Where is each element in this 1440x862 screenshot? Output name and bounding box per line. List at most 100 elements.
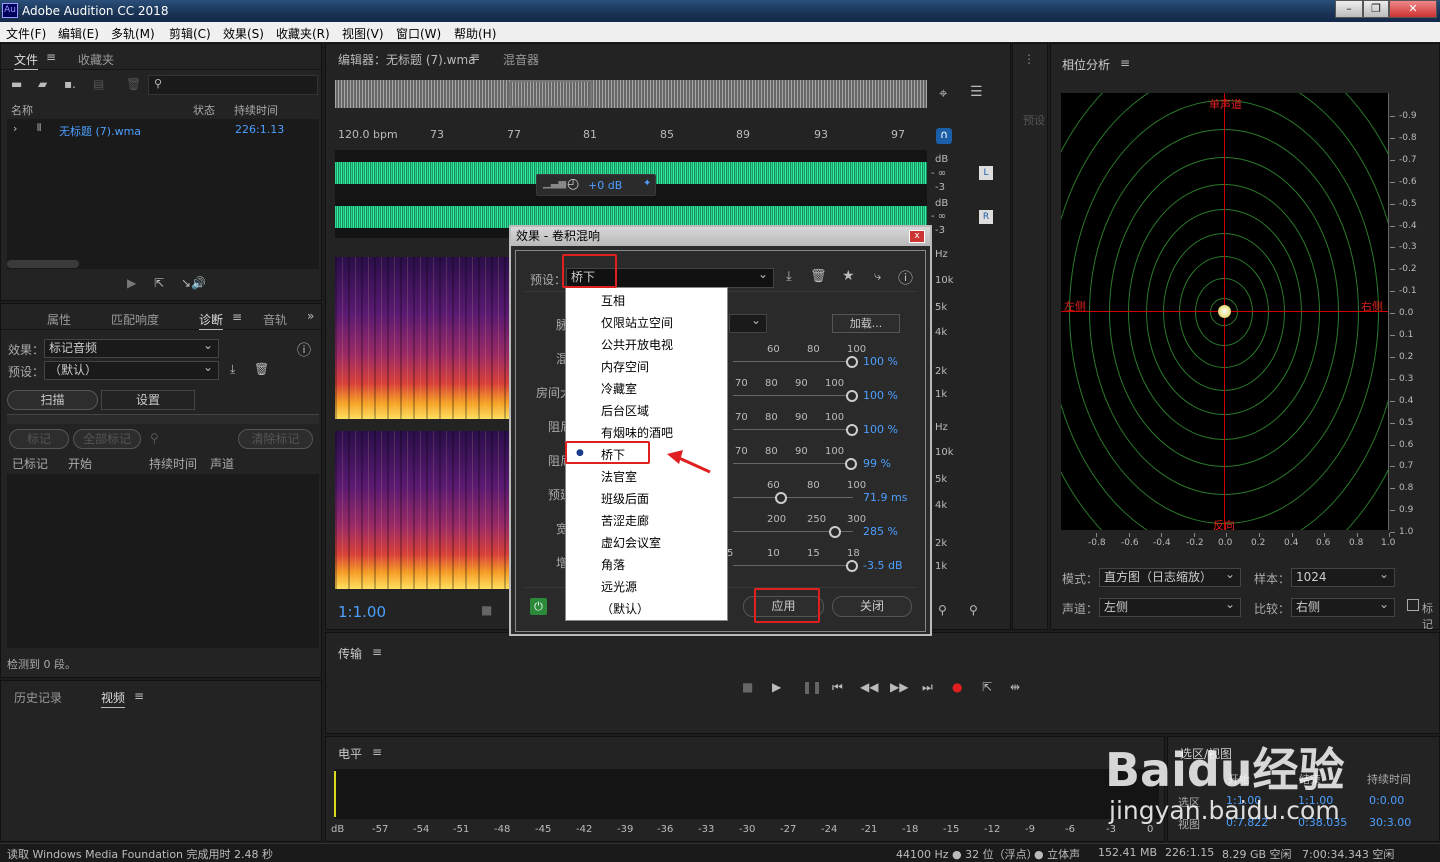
tab-properties[interactable]: 属性 bbox=[47, 311, 71, 328]
phase-title[interactable]: 相位分析 bbox=[1062, 56, 1110, 73]
delete-preset-icon[interactable]: 🗑 bbox=[254, 362, 269, 376]
tab-tracks[interactable]: 音轨 bbox=[263, 311, 287, 328]
search-input[interactable]: ⚲ bbox=[148, 75, 318, 95]
hud-volume[interactable]: ▁▃▅ ◴ +0 dB ✦ bbox=[536, 174, 656, 196]
dialog-close-icon[interactable]: x bbox=[909, 230, 925, 243]
new-file-icon[interactable]: ▪. bbox=[64, 77, 76, 91]
mark-checkbox[interactable] bbox=[1407, 599, 1419, 611]
preset-option[interactable]: 有烟味的酒吧 bbox=[601, 424, 673, 441]
play-icon[interactable]: ▶ bbox=[772, 680, 781, 694]
delete-preset-icon[interactable]: 🗑 bbox=[810, 269, 827, 284]
param-value[interactable]: 100 % bbox=[863, 423, 898, 436]
tab-match-loudness[interactable]: 匹配响度 bbox=[111, 311, 159, 328]
preset-option[interactable]: 互相 bbox=[601, 292, 625, 309]
menu-favorites[interactable]: 收藏夹(R) bbox=[276, 25, 330, 42]
load-button[interactable]: 加载... bbox=[832, 314, 900, 333]
settings-button[interactable]: 设置 bbox=[101, 390, 195, 410]
preset-option[interactable]: （默认） bbox=[601, 600, 649, 617]
preset-select[interactable]: （默认） bbox=[44, 359, 219, 380]
zoom-icon[interactable]: ⚲ bbox=[150, 431, 159, 445]
col-duration[interactable]: 持续时间 bbox=[149, 455, 197, 472]
param-slider-knob[interactable] bbox=[775, 492, 787, 504]
route-icon[interactable]: ⤷ bbox=[874, 269, 881, 284]
tab-diagnostics[interactable]: 诊断 bbox=[199, 311, 224, 330]
stop-icon[interactable]: ■ bbox=[742, 680, 753, 694]
param-slider-track[interactable] bbox=[733, 361, 853, 362]
channel-l-toggle[interactable]: L bbox=[979, 166, 993, 180]
spectrogram-right[interactable] bbox=[335, 431, 515, 589]
menu-view[interactable]: 视图(V) bbox=[342, 25, 384, 42]
pause-icon[interactable]: ❚❚ bbox=[802, 680, 822, 694]
col-duration[interactable]: 持续时间 bbox=[234, 102, 278, 118]
pin-icon[interactable]: ✦ bbox=[643, 178, 651, 189]
tab-video[interactable]: 视频 bbox=[101, 689, 126, 708]
sel-start[interactable]: 1:1.00 bbox=[1226, 794, 1261, 807]
expand-chevron-icon[interactable]: › bbox=[13, 122, 17, 135]
preset-option[interactable]: 班级后面 bbox=[601, 490, 649, 507]
mark-button[interactable]: 标记 bbox=[9, 429, 69, 449]
loop-preview-icon[interactable]: ⇱ bbox=[154, 276, 164, 290]
param-slider-knob[interactable] bbox=[846, 560, 858, 572]
list-view-icon[interactable]: ☰ bbox=[970, 84, 983, 100]
mode-select[interactable]: 直方图（日志缩放） bbox=[1099, 566, 1241, 587]
param-slider-knob[interactable] bbox=[846, 424, 858, 436]
menu-help[interactable]: 帮助(H) bbox=[454, 25, 496, 42]
minimize-button[interactable]: – bbox=[1335, 0, 1363, 18]
menu-edit[interactable]: 编辑(E) bbox=[58, 25, 99, 42]
menu-multitrack[interactable]: 多轨(M) bbox=[111, 25, 155, 42]
record-icon[interactable]: ● bbox=[952, 680, 962, 694]
col-marked[interactable]: 已标记 bbox=[12, 455, 48, 472]
col-name[interactable]: 名称 bbox=[11, 102, 33, 118]
effect-select[interactable]: 标记音频 bbox=[44, 337, 219, 358]
tab-files[interactable]: 文件 bbox=[14, 51, 39, 70]
fast-forward-icon[interactable]: ▶▶ bbox=[890, 680, 908, 694]
col-channel[interactable]: 声道 bbox=[210, 455, 234, 472]
zoom-target-icon[interactable]: ⌖ bbox=[939, 84, 947, 102]
tab-favorites[interactable]: 收藏夹 bbox=[78, 51, 114, 68]
file-name[interactable]: 无标题 (7).wma bbox=[59, 123, 141, 139]
impulse-select[interactable] bbox=[729, 312, 767, 333]
preset-option[interactable]: 远光源 bbox=[601, 578, 637, 595]
save-preset-icon[interactable]: ⤓ bbox=[230, 362, 235, 377]
close-window-button[interactable]: ✕ bbox=[1389, 0, 1437, 18]
preset-option[interactable]: 虚幻会议室 bbox=[601, 534, 661, 551]
open-folder-icon[interactable]: ▬ bbox=[11, 77, 22, 91]
param-value[interactable]: 285 % bbox=[863, 525, 898, 538]
overview-viewport[interactable] bbox=[509, 80, 592, 108]
dialog-info-icon[interactable]: ⓘ bbox=[898, 267, 913, 288]
col-status[interactable]: 状态 bbox=[193, 102, 215, 118]
stop-small-icon[interactable]: ■ bbox=[481, 603, 492, 617]
channel-r-toggle[interactable]: R bbox=[979, 210, 993, 224]
splitter[interactable] bbox=[7, 414, 319, 424]
preset-option[interactable]: 内存空间 bbox=[601, 358, 649, 375]
rewind-icon[interactable]: ◀◀ bbox=[860, 680, 878, 694]
param-value[interactable]: 100 % bbox=[863, 389, 898, 402]
tab-mixer[interactable]: 混音器 bbox=[503, 51, 539, 68]
param-value[interactable]: 99 % bbox=[863, 457, 891, 470]
view-duration[interactable]: 30:3.00 bbox=[1369, 816, 1411, 829]
param-value[interactable]: -3.5 dB bbox=[863, 559, 903, 572]
param-slider-knob[interactable] bbox=[829, 526, 841, 538]
import-icon[interactable]: ▰ bbox=[38, 77, 47, 91]
scan-button[interactable]: 扫描 bbox=[7, 390, 98, 410]
preset-option[interactable]: 冷藏室 bbox=[601, 380, 637, 397]
preset-option[interactable]: 苦涩走廊 bbox=[601, 512, 649, 529]
overview-waveform[interactable] bbox=[335, 80, 927, 108]
tab-editor[interactable]: 编辑器：无标题 (7).wma bbox=[338, 51, 476, 68]
clear-marks-button[interactable]: 清除标记 bbox=[238, 429, 313, 449]
play-preview-icon[interactable]: ▶ bbox=[127, 276, 136, 290]
tab-history[interactable]: 历史记录 bbox=[14, 689, 62, 706]
sel-end[interactable]: 1:1.00 bbox=[1298, 794, 1333, 807]
mark-all-button[interactable]: 全部标记 bbox=[73, 429, 141, 449]
param-slider-track[interactable] bbox=[733, 463, 853, 464]
skip-icon[interactable]: ⇹ bbox=[1010, 680, 1020, 694]
preset-option[interactable]: 公共开放电视 bbox=[601, 336, 673, 353]
preset-option[interactable]: 后台区域 bbox=[601, 402, 649, 419]
volume-value[interactable]: +0 dB bbox=[588, 179, 622, 192]
auto-play-icon[interactable]: ↘🔊 bbox=[181, 276, 206, 290]
param-slider-knob[interactable] bbox=[846, 390, 858, 402]
sample-select[interactable]: 1024 bbox=[1291, 566, 1395, 587]
param-slider-knob[interactable] bbox=[846, 356, 858, 368]
param-value[interactable]: 71.9 ms bbox=[863, 491, 907, 504]
col-start[interactable]: 开始 bbox=[68, 455, 92, 472]
